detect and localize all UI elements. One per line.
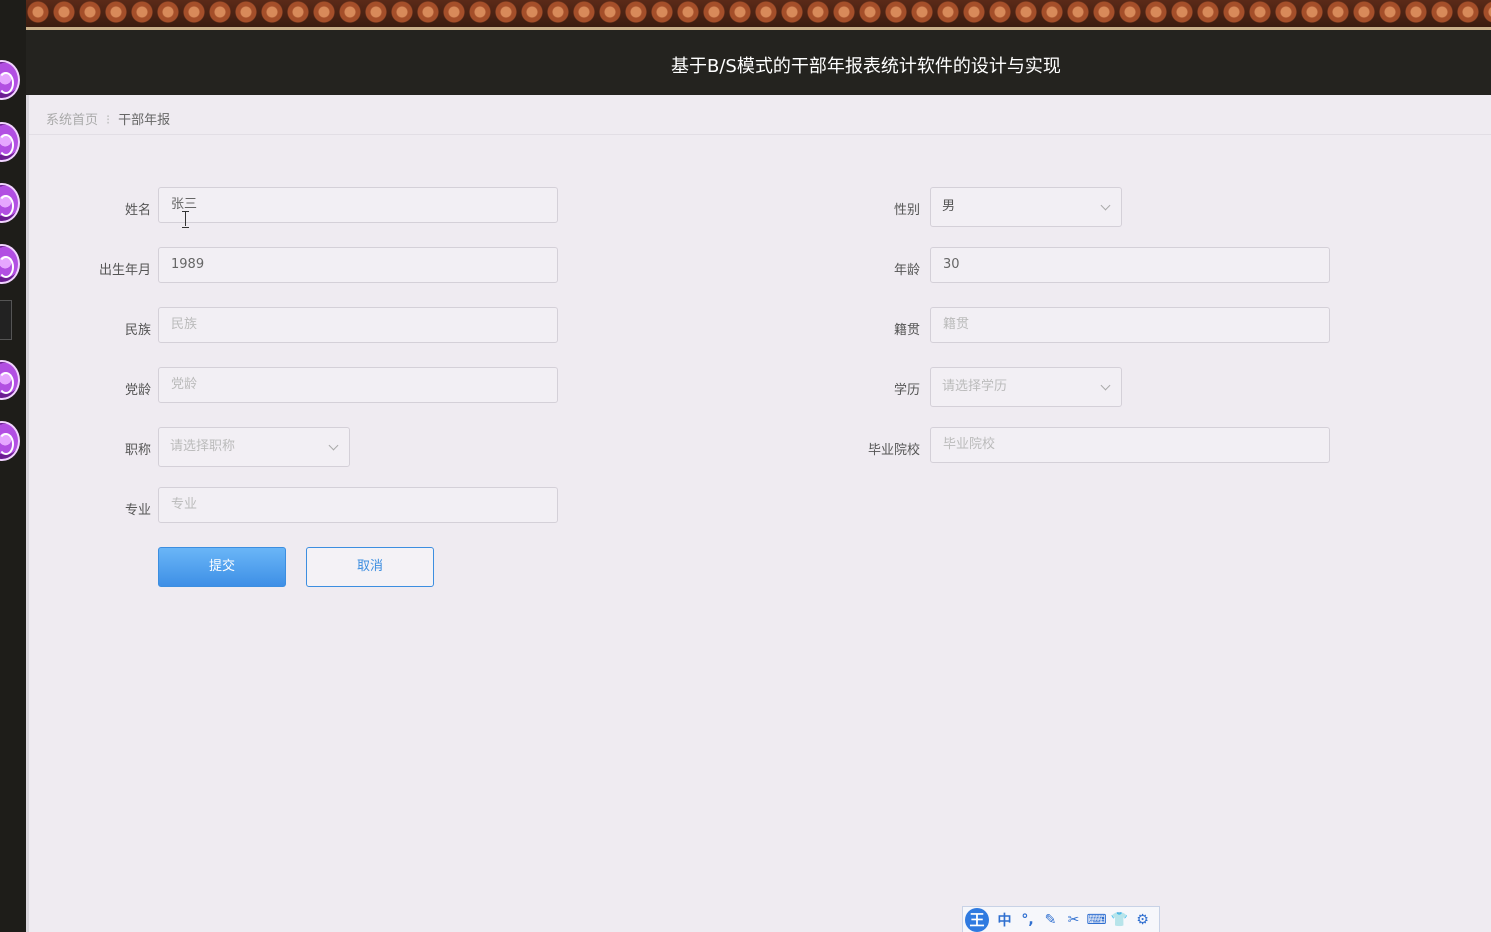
cancel-button[interactable]: 取消 <box>306 547 434 587</box>
title-select-value: 请选择职称 <box>170 439 236 454</box>
education-select-value: 请选择学历 <box>942 379 1008 394</box>
ornament-icon <box>0 360 20 400</box>
ime-skin-icon[interactable]: 👕 <box>1108 912 1131 928</box>
ethnicity-label: 民族 <box>124 323 151 338</box>
ime-handwrite-icon[interactable]: ✎ <box>1039 912 1062 928</box>
name-input[interactable]: 张三 <box>158 187 558 223</box>
school-input[interactable]: 毕业院校 <box>930 427 1330 463</box>
birth-label: 出生年月 <box>98 263 151 278</box>
ornament-icon <box>0 122 20 162</box>
ime-scissors-icon[interactable]: ✂ <box>1062 912 1085 928</box>
ime-chinese-mode-icon[interactable]: 中 <box>993 910 1016 930</box>
birth-input[interactable]: 1989 <box>158 247 558 283</box>
title-label: 职称 <box>124 443 151 458</box>
major-input[interactable]: 专业 <box>158 487 558 523</box>
gender-select-value: 男 <box>942 199 956 214</box>
major-label: 专业 <box>124 503 151 518</box>
age-label: 年龄 <box>893 263 920 278</box>
chevron-down-icon <box>328 440 339 451</box>
chevron-down-icon <box>1100 380 1111 391</box>
education-select[interactable]: 请选择学历 <box>930 367 1122 407</box>
ornament-icon <box>0 60 20 100</box>
banner-decor-border <box>26 0 1491 30</box>
ime-punctuation-icon[interactable]: °, <box>1016 912 1039 928</box>
ethnicity-input[interactable]: 民族 <box>158 307 558 343</box>
ornament-icon <box>0 183 20 223</box>
left-decor-strip <box>0 0 26 932</box>
ornament-icon <box>0 421 20 461</box>
school-label: 毕业院校 <box>867 443 920 458</box>
side-tab[interactable] <box>0 300 12 340</box>
breadcrumb-current: 干部年报 <box>118 113 171 128</box>
party-age-label: 党龄 <box>124 383 151 398</box>
native-place-input[interactable]: 籍贯 <box>930 307 1330 343</box>
title-select[interactable]: 请选择职称 <box>158 427 350 467</box>
ime-keyboard-icon[interactable]: ⌨ <box>1085 912 1108 928</box>
gender-select[interactable]: 男 <box>930 187 1122 227</box>
ime-logo-icon[interactable]: 王 <box>965 907 989 932</box>
party-age-input[interactable]: 党龄 <box>158 367 558 403</box>
gender-label: 性别 <box>893 203 920 218</box>
age-input[interactable]: 30 <box>930 247 1330 283</box>
education-label: 学历 <box>893 383 920 398</box>
breadcrumb-home[interactable]: 系统首页 <box>46 113 98 128</box>
app-title: 基于B/S模式的干部年报表统计软件的设计与实现 <box>671 56 1061 77</box>
header-banner: 基于B/S模式的干部年报表统计软件的设计与实现 <box>26 0 1491 95</box>
chevron-down-icon <box>1100 200 1111 211</box>
name-label: 姓名 <box>124 203 151 218</box>
ornament-icon <box>0 244 20 284</box>
main-content: 系统首页 ⁝ 干部年报 姓名 张三 出生年月 1989 民族 民族 党龄 党龄 职称… <box>26 95 1491 932</box>
breadcrumb: 系统首页 ⁝ 干部年报 <box>29 95 1491 135</box>
native-place-label: 籍贯 <box>893 323 920 338</box>
ime-toolbar: 王 中 °, ✎ ✂ ⌨ 👕 ⚙ <box>962 906 1160 932</box>
breadcrumb-separator: ⁝ <box>106 113 111 128</box>
text-cursor-icon <box>182 211 190 228</box>
submit-button[interactable]: 提交 <box>158 547 286 587</box>
ime-settings-icon[interactable]: ⚙ <box>1131 912 1154 928</box>
